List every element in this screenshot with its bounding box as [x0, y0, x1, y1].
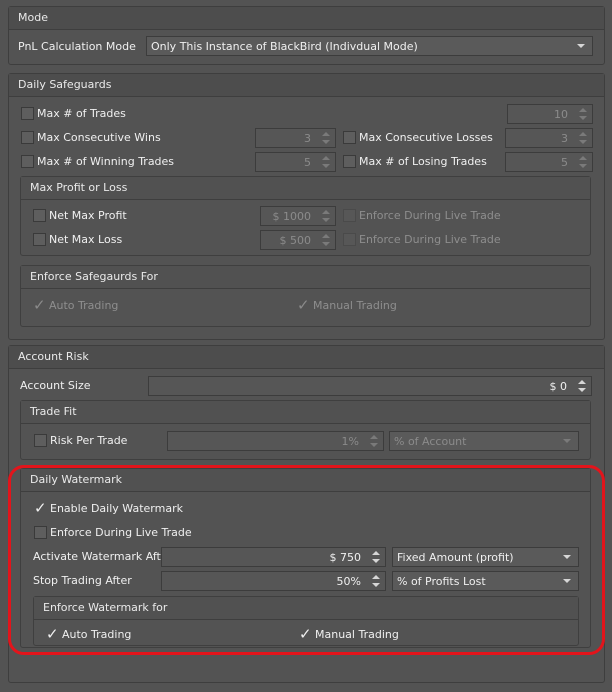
risk-per-trade-mode-value: % of Account	[394, 435, 467, 448]
manual-trading-safeguard-label: Manual Trading	[313, 299, 397, 312]
enforce-live-loss-checkbox[interactable]	[343, 233, 356, 246]
max-winning-trades-value: 5	[304, 156, 311, 169]
auto-trading-watermark-label: Auto Trading	[62, 628, 132, 641]
net-max-profit-value: $ 1000	[272, 210, 312, 223]
account-risk-title: Account Risk	[9, 346, 604, 369]
pnl-calculation-mode-value: Only This Instance of BlackBird (Indivdu…	[151, 40, 418, 53]
spinner-arrows-icon[interactable]	[576, 378, 588, 394]
enable-daily-watermark-checkbox[interactable]: ✓	[34, 501, 47, 516]
manual-trading-watermark-label: Manual Trading	[315, 628, 399, 641]
max-trades-checkbox[interactable]	[21, 107, 34, 120]
spinner-arrows-icon[interactable]	[368, 433, 380, 449]
watermark-enforce-live-checkbox[interactable]	[34, 526, 47, 539]
manual-trading-safeguard-checkbox[interactable]: ✓	[297, 298, 310, 313]
enforce-live-profit-checkbox[interactable]	[343, 209, 356, 222]
net-max-profit-label: Net Max Profit	[49, 209, 127, 222]
account-size-spinner[interactable]: $ 0	[148, 376, 592, 396]
max-consecutive-losses-checkbox[interactable]	[343, 131, 356, 144]
account-size-label: Account Size	[20, 379, 91, 392]
max-trades-spinner[interactable]: 10	[507, 104, 593, 124]
watermark-enforce-live-label: Enforce During Live Trade	[50, 526, 192, 539]
risk-per-trade-label: Risk Per Trade	[50, 434, 128, 447]
trade-fit-group: Trade Fit	[20, 400, 591, 460]
spinner-arrows-icon[interactable]	[577, 130, 589, 146]
max-consecutive-wins-spinner[interactable]: 3	[255, 128, 336, 148]
enforce-live-loss-label: Enforce During Live Trade	[359, 233, 501, 246]
max-profit-loss-title: Max Profit or Loss	[21, 177, 590, 200]
net-max-loss-label: Net Max Loss	[49, 233, 123, 246]
spinner-arrows-icon[interactable]	[320, 130, 332, 146]
risk-per-trade-mode-dropdown[interactable]: % of Account	[389, 431, 579, 451]
net-max-profit-spinner[interactable]: $ 1000	[260, 206, 336, 226]
max-losing-trades-spinner[interactable]: 5	[505, 152, 593, 172]
mode-title: Mode	[9, 7, 604, 30]
max-winning-trades-checkbox[interactable]	[21, 155, 34, 168]
enable-daily-watermark-label: Enable Daily Watermark	[50, 502, 183, 515]
stop-trading-value: 50%	[336, 575, 361, 588]
risk-per-trade-checkbox[interactable]	[34, 434, 47, 447]
manual-trading-watermark-checkbox[interactable]: ✓	[299, 627, 312, 642]
auto-trading-watermark-checkbox[interactable]: ✓	[46, 627, 59, 642]
chevron-down-icon	[563, 579, 571, 583]
max-consecutive-wins-checkbox[interactable]	[21, 131, 34, 144]
auto-trading-safeguard-checkbox[interactable]: ✓	[33, 298, 46, 313]
stop-trading-spinner[interactable]: 50%	[161, 571, 386, 591]
pnl-calculation-mode-label: PnL Calculation Mode	[18, 40, 136, 53]
daily-watermark-title: Daily Watermark	[21, 469, 590, 492]
stop-trading-label: Stop Trading After	[33, 574, 132, 587]
max-losing-trades-label: Max # of Losing Trades	[359, 155, 487, 168]
auto-trading-safeguard-label: Auto Trading	[49, 299, 119, 312]
activate-watermark-value: $ 750	[329, 551, 362, 564]
activate-watermark-label: Activate Watermark After	[33, 550, 173, 563]
chevron-down-icon	[563, 555, 571, 559]
max-losing-trades-checkbox[interactable]	[343, 155, 356, 168]
activate-watermark-mode-dropdown[interactable]: Fixed Amount (profit)	[392, 547, 579, 567]
chevron-down-icon	[577, 44, 585, 48]
net-max-loss-spinner[interactable]: $ 500	[260, 230, 336, 250]
max-consecutive-wins-value: 3	[304, 132, 311, 145]
risk-per-trade-spinner[interactable]: 1%	[167, 431, 384, 451]
max-consecutive-losses-value: 3	[561, 132, 568, 145]
max-consecutive-losses-spinner[interactable]: 3	[505, 128, 593, 148]
enforce-live-profit-label: Enforce During Live Trade	[359, 209, 501, 222]
spinner-arrows-icon[interactable]	[370, 549, 382, 565]
net-max-profit-checkbox[interactable]	[33, 209, 46, 222]
spinner-arrows-icon[interactable]	[320, 208, 332, 224]
max-winning-trades-label: Max # of Winning Trades	[37, 155, 175, 168]
spinner-arrows-icon[interactable]	[320, 154, 332, 170]
enforce-safeguards-title: Enforce Safegaurds For	[21, 266, 590, 289]
spinner-arrows-icon[interactable]	[577, 106, 589, 122]
activate-watermark-spinner[interactable]: $ 750	[161, 547, 386, 567]
max-consecutive-wins-label: Max Consecutive Wins	[37, 131, 161, 144]
max-trades-label: Max # of Trades	[37, 107, 126, 120]
net-max-loss-checkbox[interactable]	[33, 233, 46, 246]
max-losing-trades-value: 5	[561, 156, 568, 169]
chevron-down-icon	[563, 439, 571, 443]
enforce-watermark-title: Enforce Watermark for	[34, 597, 578, 620]
risk-per-trade-value: 1%	[341, 435, 359, 448]
max-consecutive-losses-label: Max Consecutive Losses	[359, 131, 493, 144]
spinner-arrows-icon[interactable]	[320, 232, 332, 248]
max-winning-trades-spinner[interactable]: 5	[255, 152, 336, 172]
net-max-loss-value: $ 500	[279, 234, 312, 247]
activate-watermark-mode-value: Fixed Amount (profit)	[397, 551, 514, 564]
max-trades-value: 10	[554, 108, 568, 121]
spinner-arrows-icon[interactable]	[577, 154, 589, 170]
stop-trading-mode-value: % of Profits Lost	[397, 575, 486, 588]
daily-safeguards-title: Daily Safeguards	[9, 74, 604, 97]
trade-fit-title: Trade Fit	[21, 401, 590, 424]
account-size-value: $ 0	[549, 380, 568, 393]
stop-trading-mode-dropdown[interactable]: % of Profits Lost	[392, 571, 579, 591]
spinner-arrows-icon[interactable]	[370, 573, 382, 589]
pnl-calculation-mode-dropdown[interactable]: Only This Instance of BlackBird (Indivdu…	[146, 36, 593, 56]
